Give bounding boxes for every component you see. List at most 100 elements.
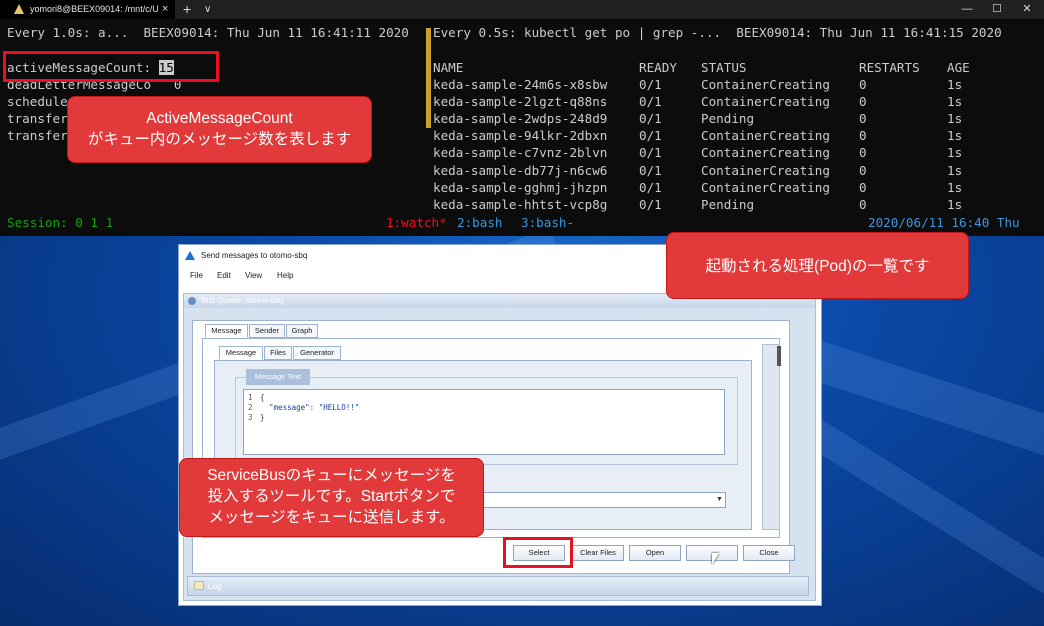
active-count-highlight xyxy=(3,51,219,82)
tab-graph[interactable]: Graph xyxy=(286,324,318,338)
menu-edit[interactable]: Edit xyxy=(217,271,231,280)
new-tab-button[interactable]: + xyxy=(183,0,191,18)
pod-cell: 0 xyxy=(859,94,867,110)
pod-cell: 1s xyxy=(947,111,963,127)
pod-cell: ContainerCreating xyxy=(701,94,830,110)
pod-cell: keda-sample-gghmj-jhzpn xyxy=(433,179,608,195)
collapse-icon[interactable] xyxy=(188,297,196,305)
pod-cell: 1s xyxy=(947,196,963,212)
pod-cell: Pending xyxy=(701,196,755,212)
tab-title: yomori8@BEEX09014: /mnt/c/U xyxy=(30,4,159,14)
left-pane-header: Every 1.0s: a... BEEX09014: Thu Jun 11 1… xyxy=(7,25,409,40)
scrollbar-thumb[interactable] xyxy=(777,346,781,366)
pod-cell: keda-sample-hhtst-vcp8g xyxy=(433,196,608,212)
pod-cell: 0 xyxy=(859,196,867,212)
callout-line: ActiveMessageCount xyxy=(146,110,293,127)
callout-line: メッセージをキューに送信します。 xyxy=(208,509,455,526)
pod-cell: 1s xyxy=(947,128,963,144)
pod-cell: keda-sample-94lkr-2dbxn xyxy=(433,128,608,144)
pod-cell: 0/1 xyxy=(639,179,662,195)
explorer-title: Send messages to otomo-sbq xyxy=(201,251,308,260)
tmux-session: Session: 0 1 1 xyxy=(7,215,114,230)
tab-sender[interactable]: Sender xyxy=(249,324,285,338)
close-button[interactable]: ✕ xyxy=(1012,0,1042,19)
left-line-3: transfer xyxy=(7,111,68,126)
pod-cell: 1s xyxy=(947,179,963,195)
menu-view[interactable]: View xyxy=(245,271,262,280)
log-icon xyxy=(194,581,204,590)
dropdown-arrow-icon[interactable]: ▼ xyxy=(716,496,723,503)
pod-cell: 0 xyxy=(859,128,867,144)
app-logo-icon xyxy=(185,251,195,260)
minimize-button[interactable]: — xyxy=(952,0,982,19)
tool-callout: ServiceBusのキューにメッセージを 投入するツールです。Startボタン… xyxy=(179,458,484,537)
callout-line: 投入するツールです。Startボタンで xyxy=(207,488,456,505)
pane-divider[interactable] xyxy=(426,28,431,128)
terminal-tab[interactable]: yomori8@BEEX09014: /mnt/c/U xyxy=(0,0,175,19)
pod-cell: 0/1 xyxy=(639,196,662,212)
pod-cell: 0/1 xyxy=(639,128,662,144)
pod-cell: 0/1 xyxy=(639,162,662,178)
tmux-window-1[interactable]: 1:watch* xyxy=(386,215,447,230)
callout-line: がキュー内のメッセージ数を表します xyxy=(87,131,352,148)
tmux-window-2[interactable]: 2:bash xyxy=(457,215,503,230)
pod-cell: keda-sample-2lgzt-q88ns xyxy=(433,94,608,110)
tab-close-icon[interactable]: × xyxy=(162,0,168,19)
pod-cell: 0/1 xyxy=(639,111,662,127)
line-number: 2 xyxy=(248,403,253,412)
code-line: "message": "HELLO!!" xyxy=(260,403,360,412)
message-text-editor[interactable]: 1 2 3 { "message": "HELLO!!" } xyxy=(243,389,725,455)
pods-callout: 起動される処理(Pod)の一覧です xyxy=(666,232,969,299)
log-bar[interactable]: Log xyxy=(187,576,809,596)
column-header: AGE xyxy=(947,60,970,75)
code-line: { xyxy=(260,393,265,402)
queue-panel-title: Test Queue: otomo-sbq xyxy=(200,296,284,305)
vertical-scrollbar[interactable] xyxy=(762,344,780,530)
pod-cell: 1s xyxy=(947,94,963,110)
tmux-clock: 2020/06/11 16:40 Thu xyxy=(868,215,1020,230)
pod-cell: ContainerCreating xyxy=(701,128,830,144)
pod-cell: 0 xyxy=(859,111,867,127)
open-button[interactable]: Open xyxy=(629,545,681,561)
tmux-window-3[interactable]: 3:bash- xyxy=(521,215,574,230)
menu-file[interactable]: File xyxy=(190,271,203,280)
pod-cell: 0/1 xyxy=(639,145,662,161)
maximize-button[interactable]: ☐ xyxy=(982,0,1012,19)
pod-cell: ContainerCreating xyxy=(701,145,830,161)
column-header: READY xyxy=(639,60,677,75)
mouse-cursor-icon xyxy=(712,553,719,565)
close-dialog-button[interactable]: Close xyxy=(743,545,795,561)
terminal-tab-bar: yomori8@BEEX09014: /mnt/c/U × + ∨ — ☐ ✕ xyxy=(0,0,1044,19)
pod-cell: keda-sample-c7vnz-2blvn xyxy=(433,145,608,161)
pod-cell: keda-sample-2wdps-248d9 xyxy=(433,111,608,127)
clear-files-button[interactable]: Clear Files xyxy=(572,545,624,561)
code-line: } xyxy=(260,413,265,422)
pod-cell: 0/1 xyxy=(639,77,662,92)
menu-help[interactable]: Help xyxy=(277,271,293,280)
subtab-message[interactable]: Message xyxy=(219,346,263,360)
left-line-2: schedule xyxy=(7,94,68,109)
generator-dropdown[interactable] xyxy=(472,492,726,508)
pod-cell: 0 xyxy=(859,145,867,161)
pod-cell: 0/1 xyxy=(639,94,662,110)
column-header: STATUS xyxy=(701,60,747,75)
right-pane-header: Every 0.5s: kubectl get po | grep -... B… xyxy=(433,25,1002,40)
tab-message[interactable]: Message xyxy=(205,324,248,338)
pod-cell: 0 xyxy=(859,179,867,195)
linux-icon xyxy=(14,4,24,14)
subtab-generator[interactable]: Generator xyxy=(293,346,341,360)
pod-cell: 1s xyxy=(947,145,963,161)
chevron-down-icon[interactable]: ∨ xyxy=(204,0,211,19)
pod-cell: 0 xyxy=(859,162,867,178)
line-number: 3 xyxy=(248,413,253,422)
pod-cell: 0 xyxy=(859,77,867,92)
select-button-highlight xyxy=(503,537,573,568)
callout-line: ServiceBusのキューにメッセージを xyxy=(207,467,456,484)
active-count-callout: ActiveMessageCount がキュー内のメッセージ数を表します xyxy=(67,96,372,163)
pod-cell: keda-sample-db77j-n6cw6 xyxy=(433,162,608,178)
column-header: NAME xyxy=(433,60,464,75)
pod-cell: 1s xyxy=(947,162,963,178)
subtab-files[interactable]: Files xyxy=(264,346,292,360)
column-header: RESTARTS xyxy=(859,60,920,75)
line-number: 1 xyxy=(248,393,253,402)
